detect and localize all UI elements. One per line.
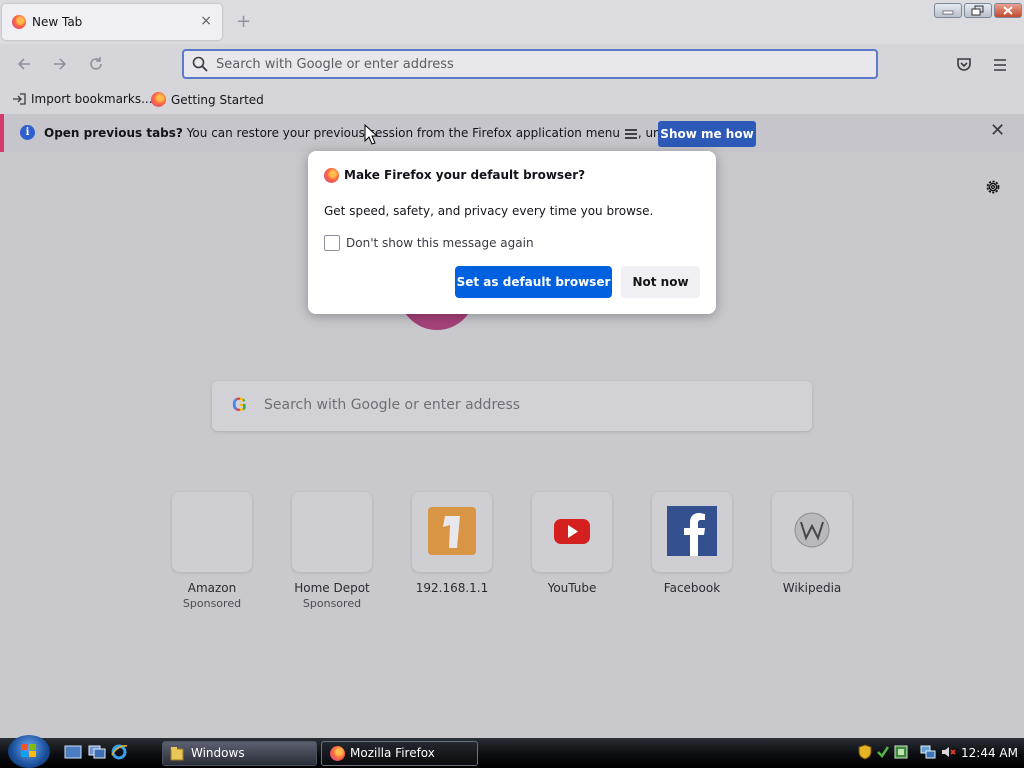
switch-windows-icon[interactable]: [88, 745, 106, 759]
forward-button[interactable]: [50, 54, 70, 74]
top-site-youtube[interactable]: [532, 492, 612, 572]
top-site-label: Wikipedia: [782, 581, 842, 595]
folder-icon: [170, 747, 184, 761]
restore-button[interactable]: [964, 3, 992, 18]
windows-logo-icon: [21, 744, 36, 757]
bookmark-label: Getting Started: [171, 92, 264, 107]
top-site-label: Facebook: [663, 581, 721, 595]
taskbar-button-label: Mozilla Firefox: [350, 746, 435, 760]
pocket-button[interactable]: [955, 56, 973, 74]
dont-show-checkbox-label[interactable]: Don't show this message again: [346, 236, 534, 250]
taskbar-button-windows[interactable]: Windows: [162, 741, 317, 766]
sponsored-label: Sponsored: [302, 597, 362, 610]
newtab-search-placeholder: Search with Google or enter address: [264, 397, 521, 413]
top-site-wikipedia[interactable]: [772, 492, 852, 572]
show-me-how-button[interactable]: Show me how: [658, 121, 756, 147]
top-site-label: YouTube: [547, 581, 597, 595]
mouse-cursor-icon: [364, 124, 378, 145]
start-button[interactable]: [8, 735, 50, 768]
dialog-title: Make Firefox your default browser?: [344, 168, 586, 182]
back-button[interactable]: [14, 54, 34, 74]
reload-button[interactable]: [86, 54, 106, 74]
url-bar[interactable]: Search with Google or enter address: [182, 49, 878, 79]
top-site-label: Home Depot: [294, 581, 370, 595]
reload-icon: [90, 57, 102, 70]
internet-explorer-icon[interactable]: [110, 743, 128, 761]
gear-icon: [986, 180, 1000, 194]
bookmark-label: Import bookmarks...: [31, 92, 153, 106]
google-icon: G: [232, 395, 247, 416]
hamburger-icon: [994, 59, 1006, 71]
tray-check-icon[interactable]: [876, 744, 890, 760]
app-menu-button[interactable]: [991, 56, 1009, 74]
top-site-label: Amazon: [187, 581, 237, 595]
notification-bold-text: Open previous tabs?: [44, 126, 183, 140]
firefox-icon: [324, 168, 339, 183]
tray-app-icon[interactable]: [894, 744, 908, 760]
firefox-icon: [151, 92, 166, 107]
set-default-browser-button[interactable]: Set as default browser: [455, 266, 612, 298]
bookmark-getting-started[interactable]: Getting Started: [151, 92, 264, 107]
dialog-body: Get speed, safety, and privacy every tim…: [324, 204, 654, 218]
firefox-icon: [12, 15, 26, 29]
taskbar-button-firefox[interactable]: Mozilla Firefox: [321, 741, 478, 766]
show-desktop-icon[interactable]: [64, 745, 82, 759]
dont-show-checkbox[interactable]: [324, 235, 340, 251]
forward-arrow-icon: [54, 58, 67, 70]
wikipedia-icon: [794, 512, 830, 548]
network-icon[interactable]: [920, 744, 936, 760]
notification-message: Open previous tabs? You can restore your…: [44, 126, 729, 140]
import-icon: [13, 93, 26, 105]
firefox-icon: [330, 746, 345, 761]
tab-title: New Tab: [32, 15, 83, 29]
tab-new-tab[interactable]: New Tab ×: [2, 4, 222, 40]
minimize-icon: [942, 10, 954, 15]
notification-text: You can restore your previous session fr…: [182, 126, 624, 140]
youtube-icon: [554, 519, 590, 544]
tab-close-icon[interactable]: ×: [200, 13, 212, 29]
newtab-search-box[interactable]: G Search with Google or enter address: [212, 381, 812, 431]
top-site-home-depot[interactable]: [292, 492, 372, 572]
pocket-icon: [957, 58, 971, 71]
minimize-button[interactable]: [934, 3, 962, 18]
sponsored-label: Sponsored: [182, 597, 242, 610]
search-icon: [192, 56, 208, 72]
personalize-button[interactable]: [984, 178, 1002, 196]
top-site-router[interactable]: [412, 492, 492, 572]
notification-close-icon[interactable]: ✕: [990, 121, 1005, 141]
taskbar-clock: 12:44 AM: [961, 746, 1018, 760]
back-arrow-icon: [17, 58, 30, 70]
top-site-amazon[interactable]: [172, 492, 252, 572]
close-icon: [1003, 6, 1013, 15]
not-now-button[interactable]: Not now: [621, 266, 700, 298]
new-tab-button[interactable]: +: [236, 12, 251, 32]
security-shield-icon[interactable]: [858, 744, 872, 760]
top-site-label: 192.168.1.1: [415, 581, 489, 595]
hamburger-icon: [624, 128, 637, 139]
screen: New Tab × + Search with Google or enter …: [0, 0, 1024, 768]
restore-icon: [971, 5, 984, 16]
volume-muted-icon[interactable]: [940, 744, 956, 760]
session-restore-notification: i Open previous tabs? You can restore yo…: [0, 114, 1024, 152]
taskbar-button-label: Windows: [191, 746, 245, 760]
router-icon: [428, 507, 476, 555]
top-site-facebook[interactable]: [652, 492, 732, 572]
close-window-button[interactable]: [994, 3, 1022, 18]
url-bar-placeholder: Search with Google or enter address: [216, 57, 454, 72]
info-icon: i: [20, 125, 35, 140]
facebook-icon: [667, 506, 717, 556]
bookmark-import[interactable]: Import bookmarks...: [12, 92, 153, 106]
